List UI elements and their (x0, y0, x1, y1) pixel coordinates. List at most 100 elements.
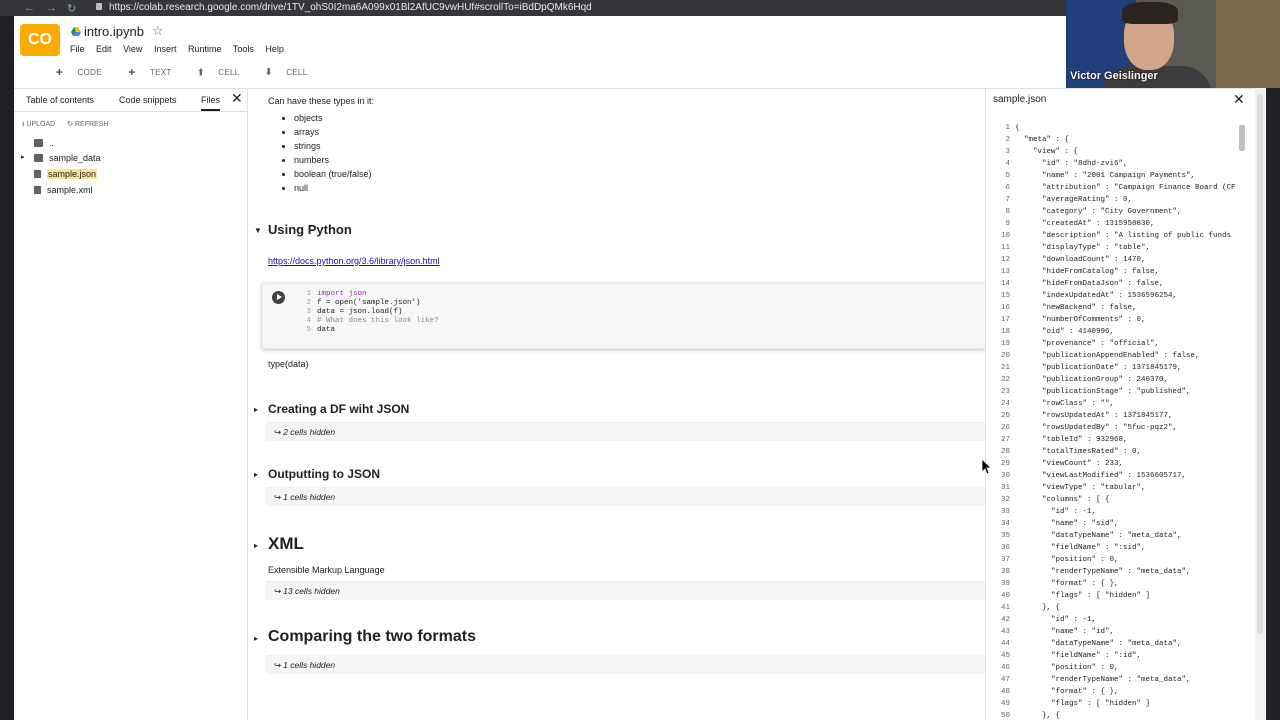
line-number: 23 (1000, 388, 1010, 396)
close-viewer-icon[interactable]: ✕ (1233, 91, 1245, 108)
line-number: 5 (1005, 172, 1010, 180)
file-item-sample-data[interactable]: ▸ sample_data (21, 153, 101, 163)
forward-icon[interactable]: → (46, 2, 57, 14)
menu-insert[interactable]: Insert (154, 44, 177, 54)
tab-code-snippets[interactable]: Code snippets (119, 95, 177, 105)
json-line: 36 "fieldName" : ":sid", (986, 544, 1146, 556)
json-text: "rowClass" : "", (1015, 400, 1115, 408)
collapse-icon[interactable]: ▼ (254, 226, 262, 235)
json-text: "hideFromDataJson" : false, (1015, 280, 1164, 288)
file-item-parent[interactable]: .. (34, 138, 54, 148)
line-number: 2 (1005, 136, 1010, 144)
colab-app: CO intro.ipynb ☆ File Edit View Insert R… (14, 16, 1266, 720)
menu-view[interactable]: View (123, 44, 142, 54)
move-cell-up-button[interactable]: 🠱 CELL (198, 68, 251, 77)
line-number: 36 (1000, 544, 1010, 552)
colab-logo[interactable]: CO (20, 24, 60, 56)
list-item: numbers (294, 153, 372, 167)
json-text: "view" : { (1015, 148, 1079, 156)
tab-table-of-contents[interactable]: Table of contents (26, 95, 94, 105)
menu-tools[interactable]: Tools (233, 44, 254, 54)
json-line: 22 "publicationGroup" : 240370, (986, 376, 1168, 388)
line-number: 40 (1000, 592, 1010, 600)
add-code-button[interactable]: ✚ CODE (56, 68, 114, 77)
json-line: 18 "oid" : 4140996, (986, 328, 1114, 340)
expand-icon[interactable]: ▸ (254, 470, 258, 479)
json-line: 23 "publicationStage" : "published", (986, 388, 1191, 400)
json-text: "name" : "id", (1015, 628, 1115, 636)
json-line: 44 "dataTypeName" : "meta_data", (986, 640, 1182, 652)
json-line: 40 "flags" : [ "hidden" ] (986, 592, 1150, 604)
line-number: 48 (1000, 688, 1010, 696)
refresh-button[interactable]: ↻ REFRESH (67, 121, 108, 128)
json-text: }, { (1015, 604, 1061, 612)
viewer-scrollbar[interactable] (1239, 125, 1245, 151)
json-text: "meta" : { (1015, 136, 1070, 144)
line-number: 26 (1000, 424, 1010, 432)
reload-icon[interactable]: ↻ (67, 2, 76, 15)
tab-files[interactable]: Files (201, 95, 221, 111)
menu-edit[interactable]: Edit (96, 44, 112, 54)
json-text: "fieldName" : ":id", (1015, 652, 1142, 660)
viewer-title: sample.json (993, 94, 1047, 105)
line-number: 43 (1000, 628, 1010, 636)
arrow-icon: ↪ (274, 586, 282, 596)
menu-runtime[interactable]: Runtime (188, 44, 222, 54)
line-number: 13 (1000, 268, 1010, 276)
chevron-right-icon[interactable]: ▸ (21, 153, 25, 161)
webcam-background (1216, 0, 1280, 88)
file-item-sample-xml[interactable]: sample.xml (34, 185, 93, 195)
json-text: "indexUpdatedAt" : 1536596254, (1015, 292, 1178, 300)
notebook-title[interactable]: intro.ipynb (84, 24, 144, 39)
expand-icon[interactable]: ▸ (254, 541, 258, 550)
expand-icon[interactable]: ▸ (254, 634, 258, 643)
line-number: 12 (1000, 256, 1010, 264)
json-line: 24 "rowClass" : "", (986, 400, 1114, 412)
hidden-cells-bar[interactable]: ↪ 2 cells hidden (266, 422, 985, 441)
json-line: 45 "fieldName" : ":id", (986, 652, 1141, 664)
json-line: 14 "hideFromDataJson" : false, (986, 280, 1164, 292)
address-bar[interactable]: https://colab.research.google.com/drive/… (109, 2, 592, 13)
add-text-button[interactable]: ✚ TEXT (128, 68, 183, 77)
json-text: "renderTypeName" : "meta_data", (1015, 568, 1191, 576)
json-text: "columns" : [ { (1015, 496, 1110, 504)
json-content[interactable]: 1{2 "meta" : {3 "view" : {4 "id" : "8dhd… (986, 124, 1241, 720)
json-line: 37 "position" : 0, (986, 556, 1119, 568)
json-line: 39 "format" : { }, (986, 580, 1119, 592)
move-cell-down-button[interactable]: 🠳 CELL (266, 68, 319, 77)
json-line: 10 "description" : "A listing of public … (986, 232, 1231, 244)
hidden-cells-bar[interactable]: ↪ 13 cells hidden (266, 581, 985, 600)
page-scrollbar-thumb[interactable] (1257, 94, 1263, 634)
upload-button[interactable]: ⭳ UPLOAD (22, 121, 55, 128)
menu-help[interactable]: Help (265, 44, 284, 54)
json-text: "provenance" : "official", (1015, 340, 1160, 348)
json-line: 1{ (986, 124, 1019, 136)
hidden-cells-bar[interactable]: ↪ 1 cells hidden (266, 487, 985, 506)
line-number: 6 (1005, 184, 1010, 192)
line-number: 19 (1000, 340, 1010, 348)
line-number: 34 (1000, 520, 1010, 528)
json-text: "publicationStage" : "published", (1015, 388, 1191, 396)
json-text: "fieldName" : ":sid", (1015, 544, 1146, 552)
line-number: 33 (1000, 508, 1010, 516)
menu-file[interactable]: File (70, 44, 85, 54)
code-cell[interactable]: 1 import json 2f = open('sample.json') 3d… (262, 283, 985, 349)
hidden-cells-bar[interactable]: ↪ 1 cells hidden (266, 655, 985, 674)
file-item-sample-json[interactable]: sample.json (34, 169, 98, 179)
expand-icon[interactable]: ▸ (254, 405, 258, 414)
presenter-name: Victor Geislinger (1070, 70, 1158, 82)
line-number: 22 (1000, 376, 1010, 384)
json-line: 41 }, { (986, 604, 1060, 616)
line-number: 28 (1000, 448, 1010, 456)
json-text: "position" : 0, (1015, 556, 1119, 564)
run-cell-icon[interactable] (272, 291, 285, 304)
close-sidebar-icon[interactable]: ✕ (231, 90, 243, 107)
lock-icon (96, 3, 102, 10)
toolbar: ✚ CODE ✚ TEXT 🠱 CELL 🠳 CELL (56, 67, 331, 81)
sidebar-actions: ⭳ UPLOAD ↻ REFRESH (22, 120, 108, 131)
star-icon[interactable]: ☆ (152, 23, 164, 39)
json-text: "id" : -1, (1015, 616, 1097, 624)
python-docs-link[interactable]: https://docs.python.org/3.6/library/json… (268, 256, 440, 266)
json-line: 7 "averageRating" : 0, (986, 196, 1132, 208)
back-icon[interactable]: ← (24, 2, 35, 14)
